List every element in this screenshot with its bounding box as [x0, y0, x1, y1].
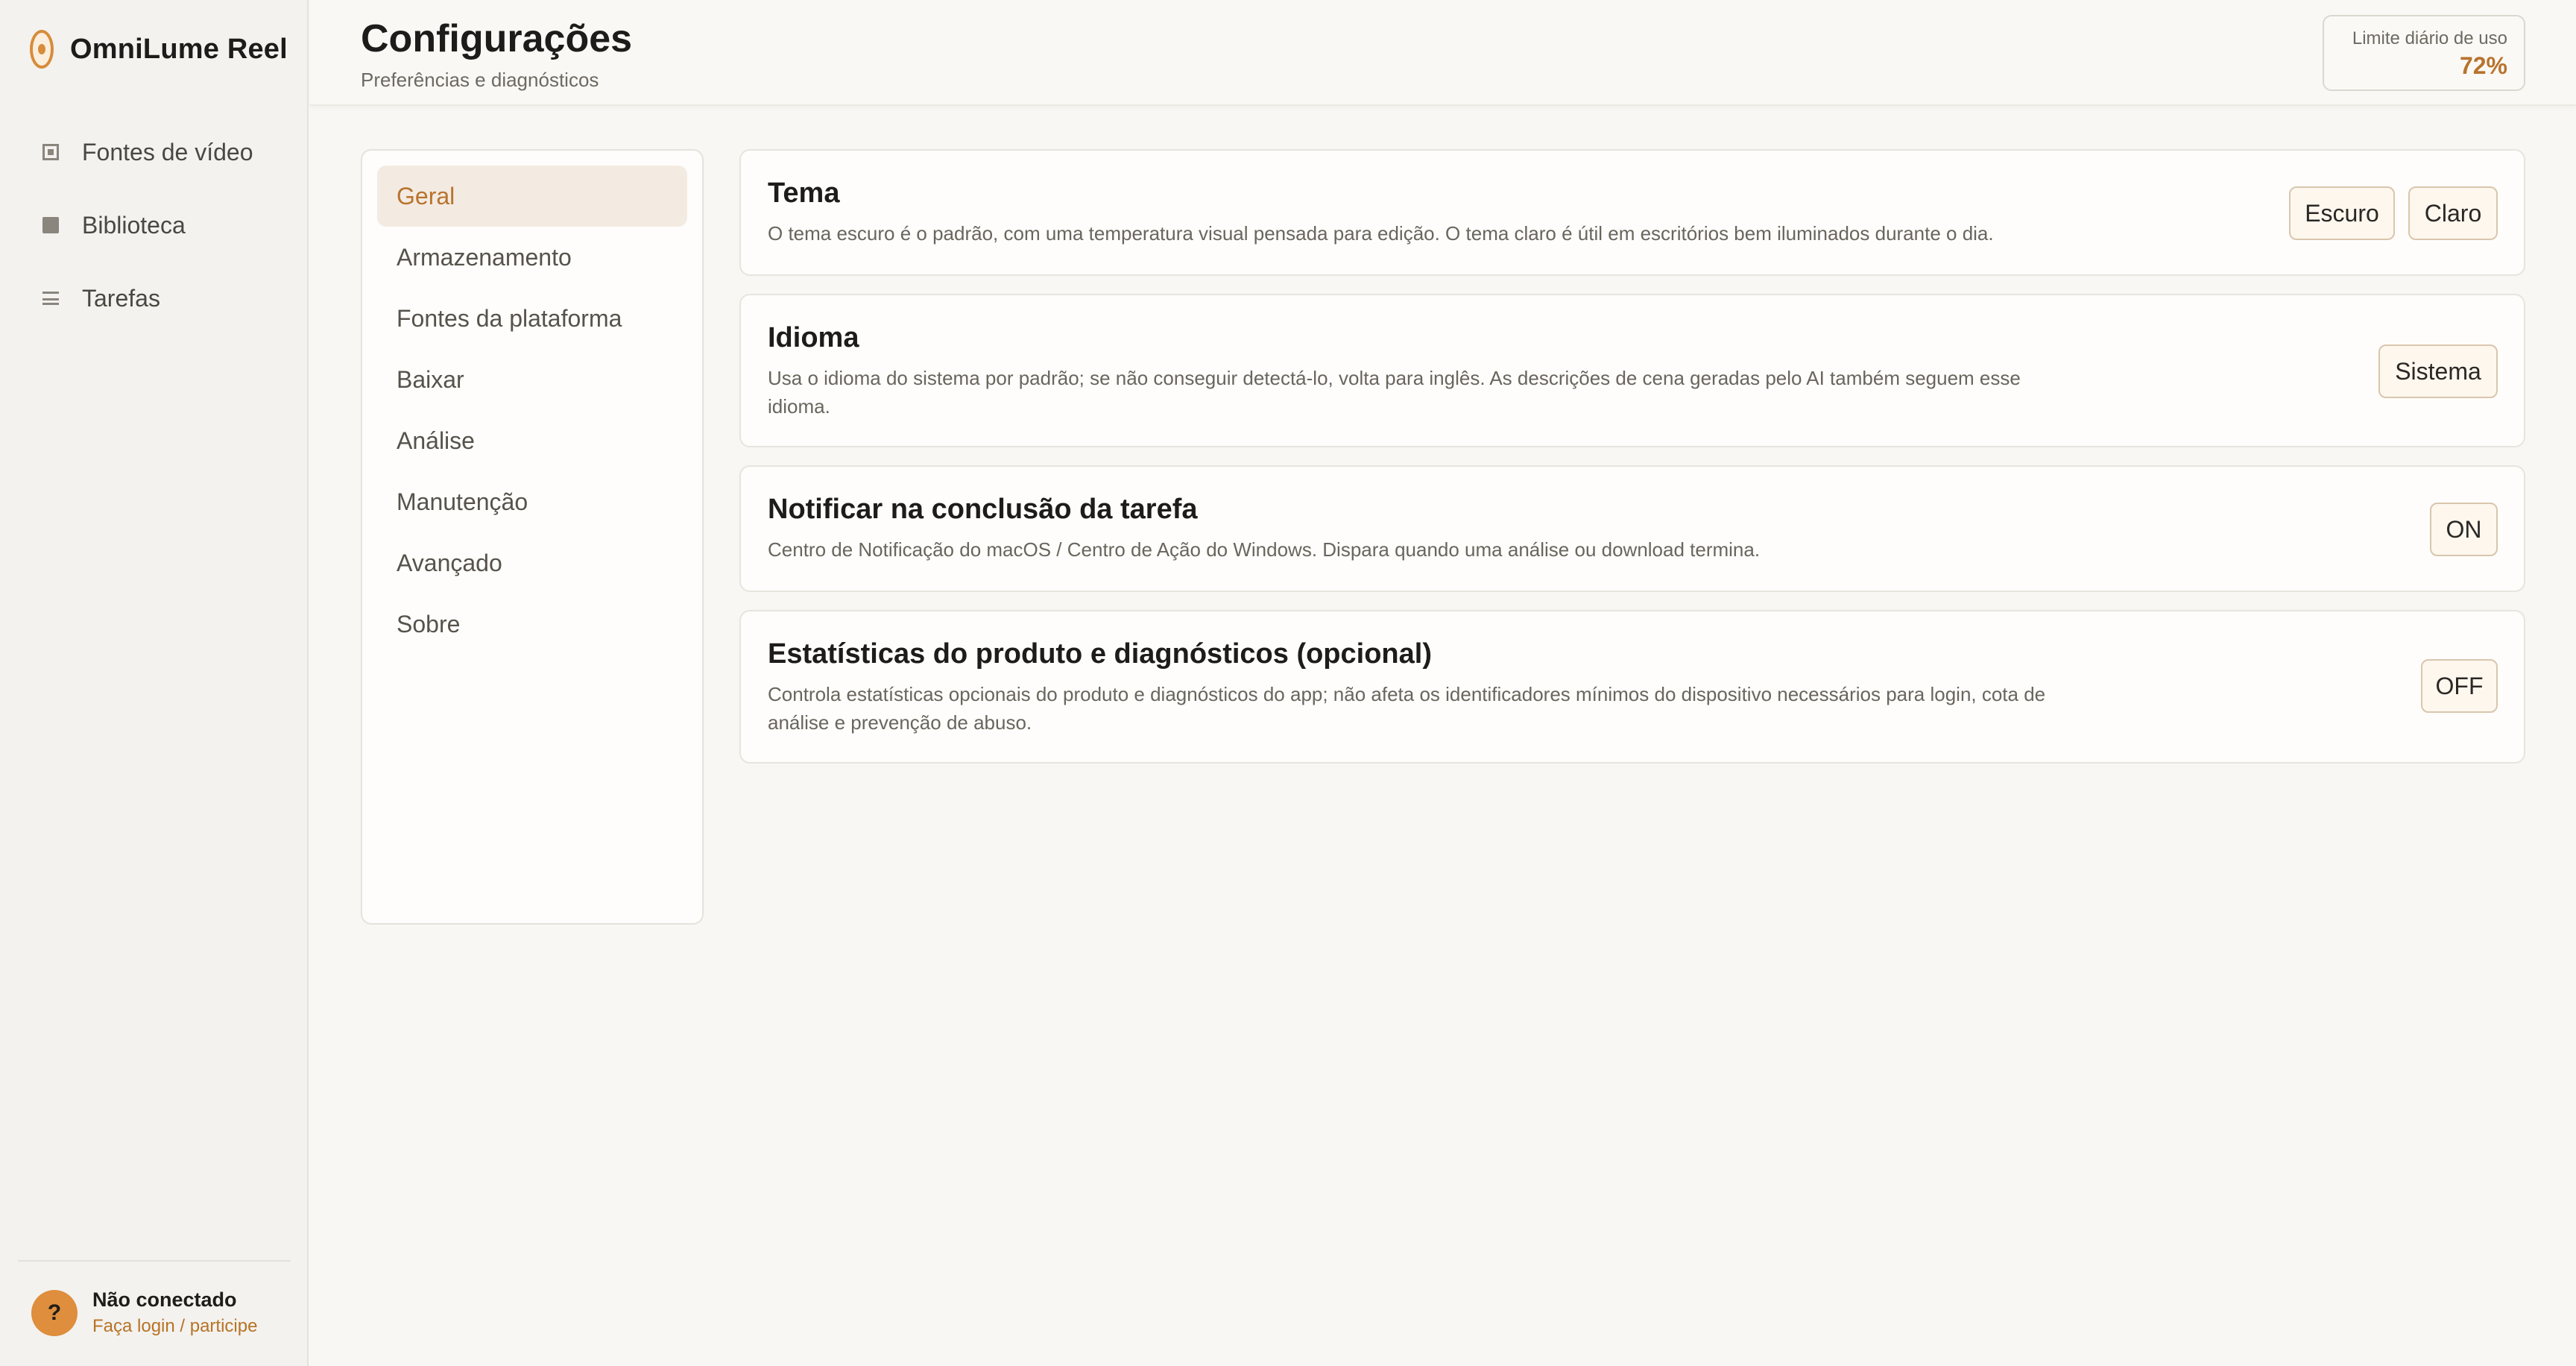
- language-select[interactable]: Sistema: [2378, 344, 2498, 398]
- sidebar-nav: Fontes de vídeo Biblioteca Tarefas: [18, 123, 291, 342]
- sidebar-divider: [18, 1260, 291, 1262]
- notify-toggle[interactable]: ON: [2430, 503, 2498, 556]
- sidebar-item-library[interactable]: Biblioteca: [18, 196, 291, 254]
- page-subtitle: Preferências e diagnósticos: [361, 69, 599, 91]
- theme-description: O tema escuro é o padrão, com uma temper…: [768, 222, 1994, 245]
- language-card: Idioma Usa o idioma do sistema por padrã…: [739, 294, 2525, 447]
- page-title: Configurações: [361, 17, 633, 60]
- theme-light-button[interactable]: Claro: [2408, 186, 2498, 240]
- stats-description: Controla estatísticas opcionais do produ…: [768, 683, 2046, 734]
- settings-tab-advanced[interactable]: Avançado: [377, 532, 687, 594]
- settings-tab-about[interactable]: Sobre: [377, 594, 687, 655]
- app-name: OmniLume Reel: [70, 33, 288, 65]
- sidebar-item-label: Fontes de vídeo: [82, 138, 253, 166]
- notify-title: Notificar na conclusão da tarefa: [768, 494, 1198, 525]
- usage-label: Limite diário de uso: [2352, 28, 2507, 48]
- account-section[interactable]: ? Não conectado Faça login / participe: [31, 1288, 257, 1337]
- logo-icon: [30, 30, 54, 69]
- notify-description: Centro de Notificação do macOS / Centro …: [768, 538, 1761, 561]
- page-header: Configurações Preferências e diagnóstico…: [310, 0, 2576, 106]
- stats-card: Estatísticas do produto e diagnósticos (…: [739, 610, 2525, 764]
- settings-tab-storage[interactable]: Armazenamento: [377, 227, 687, 288]
- sidebar-item-label: Biblioteca: [82, 211, 186, 239]
- account-status: Não conectado: [92, 1288, 237, 1311]
- sidebar-item-video-sources[interactable]: Fontes de vídeo: [18, 123, 291, 181]
- app-window: OmniLume Reel Fontes de vídeo Biblioteca…: [0, 0, 2576, 1366]
- usage-badge: Limite diário de uso 72%: [2323, 15, 2525, 91]
- library-icon: [40, 215, 61, 236]
- usage-value: 72%: [2459, 52, 2507, 79]
- settings-tab-maintenance[interactable]: Manutenção: [377, 471, 687, 532]
- sidebar: OmniLume Reel Fontes de vídeo Biblioteca…: [0, 0, 309, 1366]
- notify-card: Notificar na conclusão da tarefa Centro …: [739, 465, 2525, 592]
- theme-title: Tema: [768, 177, 840, 209]
- language-title: Idioma: [768, 322, 859, 353]
- list-icon: [40, 288, 61, 309]
- settings-tab-analysis[interactable]: Análise: [377, 410, 687, 471]
- film-icon: [40, 142, 61, 163]
- sidebar-item-tasks[interactable]: Tarefas: [18, 269, 291, 327]
- login-link[interactable]: Faça login / participe: [92, 1316, 257, 1337]
- settings-tab-platform-sources[interactable]: Fontes da plataforma: [377, 288, 687, 349]
- stats-title: Estatísticas do produto e diagnósticos (…: [768, 638, 1432, 670]
- sidebar-item-label: Tarefas: [82, 284, 160, 312]
- settings-tab-download[interactable]: Baixar: [377, 349, 687, 410]
- settings-tab-general[interactable]: Geral: [377, 166, 687, 227]
- stats-toggle[interactable]: OFF: [2421, 659, 2498, 713]
- avatar[interactable]: ?: [31, 1289, 78, 1336]
- brand: OmniLume Reel: [30, 30, 288, 69]
- theme-card: Tema O tema escuro é o padrão, com uma t…: [739, 149, 2525, 276]
- settings-menu: Geral Armazenamento Fontes da plataforma…: [361, 149, 704, 925]
- theme-dark-button[interactable]: Escuro: [2289, 186, 2395, 240]
- language-description: Usa o idioma do sistema por padrão; se n…: [768, 367, 2021, 418]
